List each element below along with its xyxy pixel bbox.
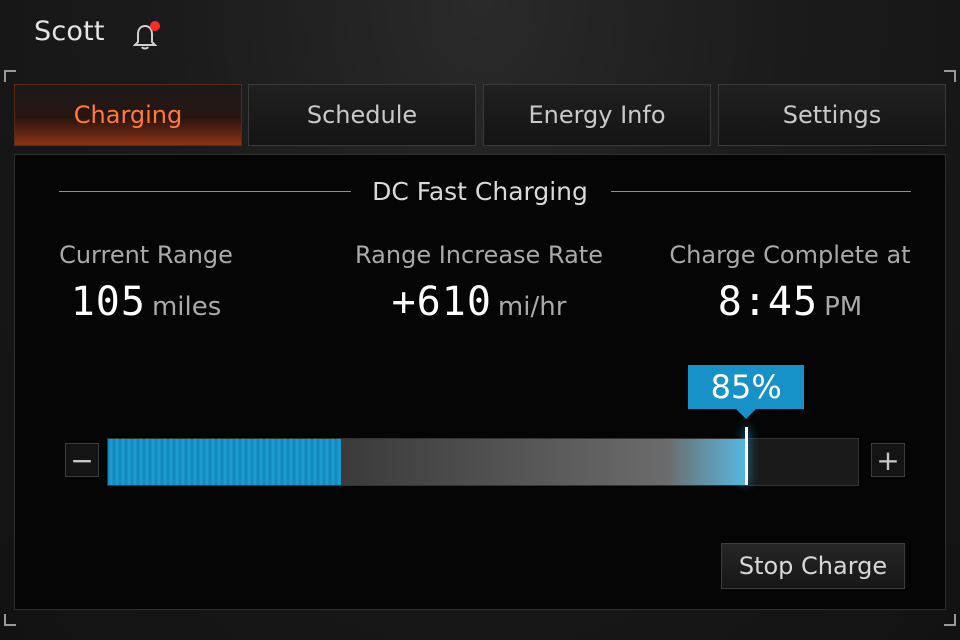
- decrease-target-button[interactable]: −: [65, 443, 99, 477]
- frame-corner: [944, 70, 956, 82]
- title-divider-right: [611, 191, 911, 192]
- current-range-label: Current Range: [59, 241, 233, 269]
- top-bar: Scott: [0, 0, 960, 68]
- current-charge-fill: [108, 439, 341, 485]
- tab-energy-info[interactable]: Energy Info: [483, 84, 711, 146]
- tab-settings[interactable]: Settings: [718, 84, 946, 146]
- range-increase-rate: Range Increase Rate +610 mi/hr: [349, 241, 609, 325]
- frame-corner: [4, 70, 16, 82]
- range-increase-rate-label: Range Increase Rate: [355, 241, 603, 269]
- current-range-unit: miles: [151, 292, 222, 322]
- target-zone: [340, 439, 746, 485]
- charge-complete-value-row: 8:45 PM: [665, 279, 915, 325]
- charge-complete-time: 8:45: [717, 279, 819, 325]
- range-increase-rate-value-row: +610 mi/hr: [349, 279, 609, 325]
- frame-corner: [4, 614, 16, 626]
- bell-icon[interactable]: [130, 21, 162, 51]
- current-range-value-row: 105 miles: [41, 279, 251, 325]
- charging-panel: DC Fast Charging Current Range 105 miles …: [14, 154, 946, 610]
- target-marker-handle[interactable]: [745, 427, 749, 485]
- tab-bar: Charging Schedule Energy Info Settings: [14, 84, 946, 148]
- increase-target-button[interactable]: +: [871, 443, 905, 477]
- stop-charge-button[interactable]: Stop Charge: [721, 543, 905, 589]
- notification-dot: [150, 21, 160, 31]
- charge-complete-label: Charge Complete at: [669, 241, 911, 269]
- range-increase-rate-value: +610: [391, 279, 492, 325]
- frame-corner: [944, 614, 956, 626]
- charge-complete: Charge Complete at 8:45 PM: [665, 241, 915, 325]
- current-range: Current Range 105 miles: [41, 241, 251, 325]
- user-name[interactable]: Scott: [34, 16, 105, 47]
- current-range-value: 105: [70, 279, 146, 325]
- range-increase-rate-unit: mi/hr: [497, 292, 567, 322]
- tab-charging[interactable]: Charging: [14, 84, 242, 146]
- target-percent-tag[interactable]: 85%: [688, 365, 805, 419]
- charge-complete-ampm: PM: [824, 292, 863, 322]
- charge-level-slider[interactable]: − 85% +: [59, 365, 911, 511]
- tab-schedule[interactable]: Schedule: [248, 84, 476, 146]
